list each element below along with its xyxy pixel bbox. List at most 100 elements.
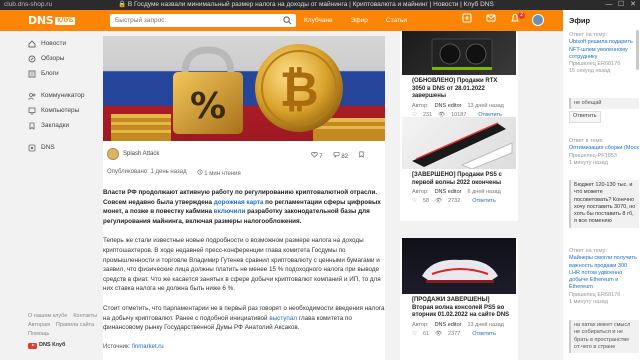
included-link[interactable]: включили — [214, 208, 246, 215]
ether-user[interactable]: Пришелец ЕR6817б — [569, 61, 639, 68]
likes-counter[interactable]: 7 — [310, 151, 323, 160]
nav-ether[interactable]: Эфир — [351, 14, 368, 27]
nav-clubmembers[interactable]: Клубчане — [304, 14, 333, 27]
minimize-button[interactable]: — — [604, 0, 614, 10]
messages-icon[interactable] — [484, 13, 498, 27]
sidebar-item-reviews[interactable]: Обзоры — [28, 51, 98, 66]
article-hero-image: % ₿ — [103, 36, 385, 141]
news-author-name[interactable]: DNS editor — [435, 103, 462, 109]
eye-icon: 👁 — [435, 330, 443, 337]
header-actions: 2 — [460, 12, 544, 27]
sidebar-item-computers[interactable]: Компьютеры — [28, 103, 98, 118]
ether-reply-button[interactable]: Ответить — [569, 111, 601, 123]
home-icon — [28, 39, 36, 48]
logo-badge: КЛУБ — [55, 16, 76, 25]
spoke-link[interactable]: выступал — [269, 315, 297, 322]
create-post-icon[interactable] — [460, 13, 474, 27]
news-card-stats: ♡ 61 👁 2377 Ответить — [412, 330, 496, 337]
close-button[interactable]: ✕ — [628, 0, 638, 10]
ether-topic-link[interactable]: Оптимизация сборки (Моск — [569, 145, 639, 152]
nav-articles[interactable]: Статьи — [386, 14, 407, 27]
site-logo[interactable]: DNS КЛУБ — [28, 14, 76, 27]
sidebar-footer: О нашем клубе Контакты Авторам Правила с… — [28, 312, 98, 350]
maximize-button[interactable]: ☐ — [616, 0, 626, 10]
source-link[interactable]: finmarket.ru — [132, 344, 164, 350]
ether-item: на хатах имеет смысл не собираться и не … — [569, 320, 639, 354]
search-input[interactable] — [110, 14, 280, 27]
svg-text:₿: ₿ — [279, 62, 318, 118]
heart-icon[interactable]: ♡ — [412, 198, 417, 204]
community-icon — [28, 92, 36, 100]
sidebar-item-communicator[interactable]: Коммуникатор — [28, 88, 98, 103]
article-lead: Власти РФ продолжают активную работу по … — [103, 189, 381, 225]
footer-link-help[interactable]: Помощь — [28, 330, 49, 339]
article-paragraph: Теперь же стали известные новые подробно… — [103, 237, 381, 293]
sidebar-item-label: Новости — [41, 40, 67, 47]
sidebar-item-label: DNS — [41, 144, 55, 151]
footer-link-about[interactable]: О нашем клубе — [28, 312, 67, 321]
news-card-author: Автор: DNS editor 6 дней назад — [412, 189, 501, 195]
sidebar-item-bookmarks[interactable]: Закладки — [28, 118, 98, 133]
site-header: DNS КЛУБ Клубчане Эфир Статьи 2 — [0, 10, 640, 31]
news-author-name[interactable]: DNS editor — [435, 322, 462, 328]
ether-user[interactable]: Пришелец-РF1853 — [569, 153, 639, 160]
sidebar-item-label: Обзоры — [41, 55, 65, 62]
article-card: % ₿ Splash Attack 7 82 Опубликовано: 1 д… — [103, 36, 385, 360]
published-date: Опубликовано: 1 день назад — [107, 169, 187, 175]
footer-link-rules[interactable]: Правила сайта — [56, 321, 94, 330]
left-sidebar: Новости Обзоры Блоги Коммуникатор Компью… — [28, 36, 98, 155]
news-feed: (ОБНОВЛЕНО) Продажи RTX 3050 в DNS от 28… — [400, 31, 518, 360]
article-source: Источник: finmarket.ru — [103, 343, 164, 350]
reply-button[interactable]: Ответить — [472, 331, 496, 337]
heart-icon[interactable]: ♡ — [412, 331, 417, 337]
reply-button[interactable]: Ответить — [472, 198, 496, 204]
read-time: 1 мин чтения — [197, 169, 241, 177]
user-avatar[interactable] — [532, 14, 544, 26]
article-counters: 7 82 — [310, 151, 365, 160]
sidebar-item-label: Закладки — [41, 122, 70, 129]
sidebar-item-label: Компьютеры — [41, 107, 80, 114]
dns-icon — [28, 144, 36, 152]
notifications-icon[interactable]: 2 — [508, 12, 525, 27]
notification-count-badge: 2 — [518, 12, 525, 19]
sidebar-item-news[interactable]: Новости — [28, 36, 98, 51]
sidebar-item-label: Коммуникатор — [41, 92, 85, 99]
news-card-stats: ♡ 58 👁 2732 Ответить — [412, 198, 496, 204]
sidebar-item-blogs[interactable]: Блоги — [28, 66, 98, 81]
ether-topic-link[interactable]: Ubisoft решила подарить NFT-шлем уволенн… — [569, 39, 639, 61]
ether-topic-link[interactable]: Майнеры смогли получить важность продажи… — [569, 255, 639, 291]
bookmark-button[interactable] — [358, 151, 365, 160]
news-card-title[interactable]: [ЗАВЕРШЕНО] Продажи PS5 с первой волны 2… — [400, 169, 518, 187]
ether-user[interactable]: Пришелец ЕR6817б — [569, 292, 639, 299]
search-icon[interactable] — [283, 16, 292, 27]
news-card-image — [402, 31, 516, 75]
news-card-title[interactable]: [ПРОДАЖИ ЗАВЕРШЕНЫ] Вторая волна консоле… — [400, 294, 518, 320]
news-card[interactable]: (ОБНОВЛЕНО) Продажи RTX 3050 в DNS от 28… — [400, 31, 518, 129]
svg-text:%: % — [190, 86, 226, 127]
author-avatar — [107, 148, 119, 160]
footer-link-contacts[interactable]: Контакты — [73, 312, 97, 321]
youtube-link[interactable]: DNS Клуб — [28, 341, 98, 350]
youtube-label: DNS Клуб — [39, 342, 66, 348]
ether-item: Ответ в теме: Оптимизация сборки (Моск П… — [569, 138, 639, 166]
footer-link-authors[interactable]: Авторам — [28, 321, 50, 330]
comments-counter[interactable]: 82 — [333, 151, 348, 160]
news-card-image — [402, 238, 516, 294]
window-title: 🔒 В Госдуме назвали минимальный размер н… — [118, 1, 494, 8]
article-paragraph: Стоит отметить, что парламентарии не в п… — [103, 304, 385, 332]
news-card[interactable]: [ПРОДАЖИ ЗАВЕРШЕНЫ] Вторая волна консоле… — [400, 238, 518, 360]
browser-url[interactable]: club.dns-shop.ru — [4, 0, 52, 10]
ether-quote: не обещай — [569, 98, 639, 110]
roadmap-link[interactable]: дорожная карта — [214, 199, 264, 206]
likes-count: 7 — [319, 154, 323, 160]
author-block[interactable]: Splash Attack — [107, 148, 159, 160]
news-author-name[interactable]: DNS editor — [435, 189, 462, 195]
heart-icon — [310, 151, 318, 158]
news-card[interactable]: [ЗАВЕРШЕНО] Продажи PS5 с первой волны 2… — [400, 117, 518, 221]
eye-icon: 👁 — [435, 198, 443, 204]
computer-icon — [28, 107, 36, 115]
ether-item: Ответ на тему: Майнеры смогли получить в… — [569, 248, 639, 306]
read-time-label: 1 мин чтения — [204, 171, 241, 177]
news-card-title[interactable]: (ОБНОВЛЕНО) Продажи RTX 3050 в DNS от 28… — [400, 75, 518, 101]
sidebar-item-dns[interactable]: DNS — [28, 140, 98, 155]
